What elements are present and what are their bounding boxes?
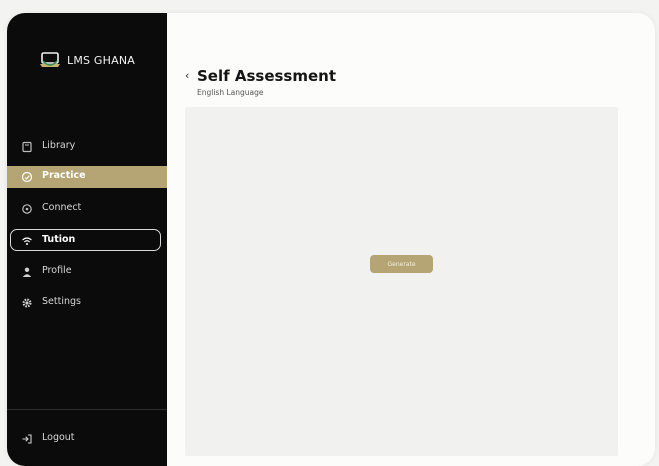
sidebar-item-label: Library <box>42 140 76 151</box>
sidebar-item-label: Connect <box>42 202 82 213</box>
sidebar: LMS GHANA Library Practice Connect Tutio… <box>7 13 167 466</box>
brand-name: LMS GHANA <box>67 53 135 67</box>
assessment-panel: Generate <box>185 107 618 456</box>
sidebar-item-label: Settings <box>42 296 81 307</box>
laptop-logo-icon <box>40 52 60 67</box>
logout-icon <box>22 434 32 444</box>
profile-icon <box>22 267 32 277</box>
app-window: LMS GHANA Library Practice Connect Tutio… <box>7 13 655 466</box>
logout-button[interactable]: Logout <box>7 428 167 450</box>
sidebar-item-profile[interactable]: Profile <box>7 261 167 283</box>
wifi-icon <box>22 237 32 245</box>
brand-logo[interactable]: LMS GHANA <box>39 50 135 70</box>
page-subtitle: English Language <box>197 88 264 97</box>
page-title: Self Assessment <box>197 67 337 85</box>
logout-label: Logout <box>42 432 75 443</box>
sidebar-item-label: Tution <box>42 234 76 245</box>
sidebar-item-practice[interactable]: Practice <box>7 166 167 188</box>
library-icon <box>22 141 32 153</box>
connect-icon <box>22 204 32 214</box>
generate-button[interactable]: Generate <box>370 255 433 273</box>
gear-icon <box>22 298 32 308</box>
main-content: ‹ Self Assessment English Language Gener… <box>167 13 655 466</box>
sidebar-item-label: Profile <box>42 265 72 276</box>
sidebar-item-settings[interactable]: Settings <box>7 292 167 314</box>
chevron-left-icon[interactable]: ‹ <box>185 70 195 82</box>
practice-icon <box>21 171 33 183</box>
sidebar-item-library[interactable]: Library <box>7 136 167 158</box>
sidebar-item-connect[interactable]: Connect <box>7 198 167 220</box>
sidebar-item-tution[interactable]: Tution <box>10 229 161 251</box>
sidebar-item-label: Practice <box>42 170 86 181</box>
sidebar-divider <box>7 409 167 410</box>
